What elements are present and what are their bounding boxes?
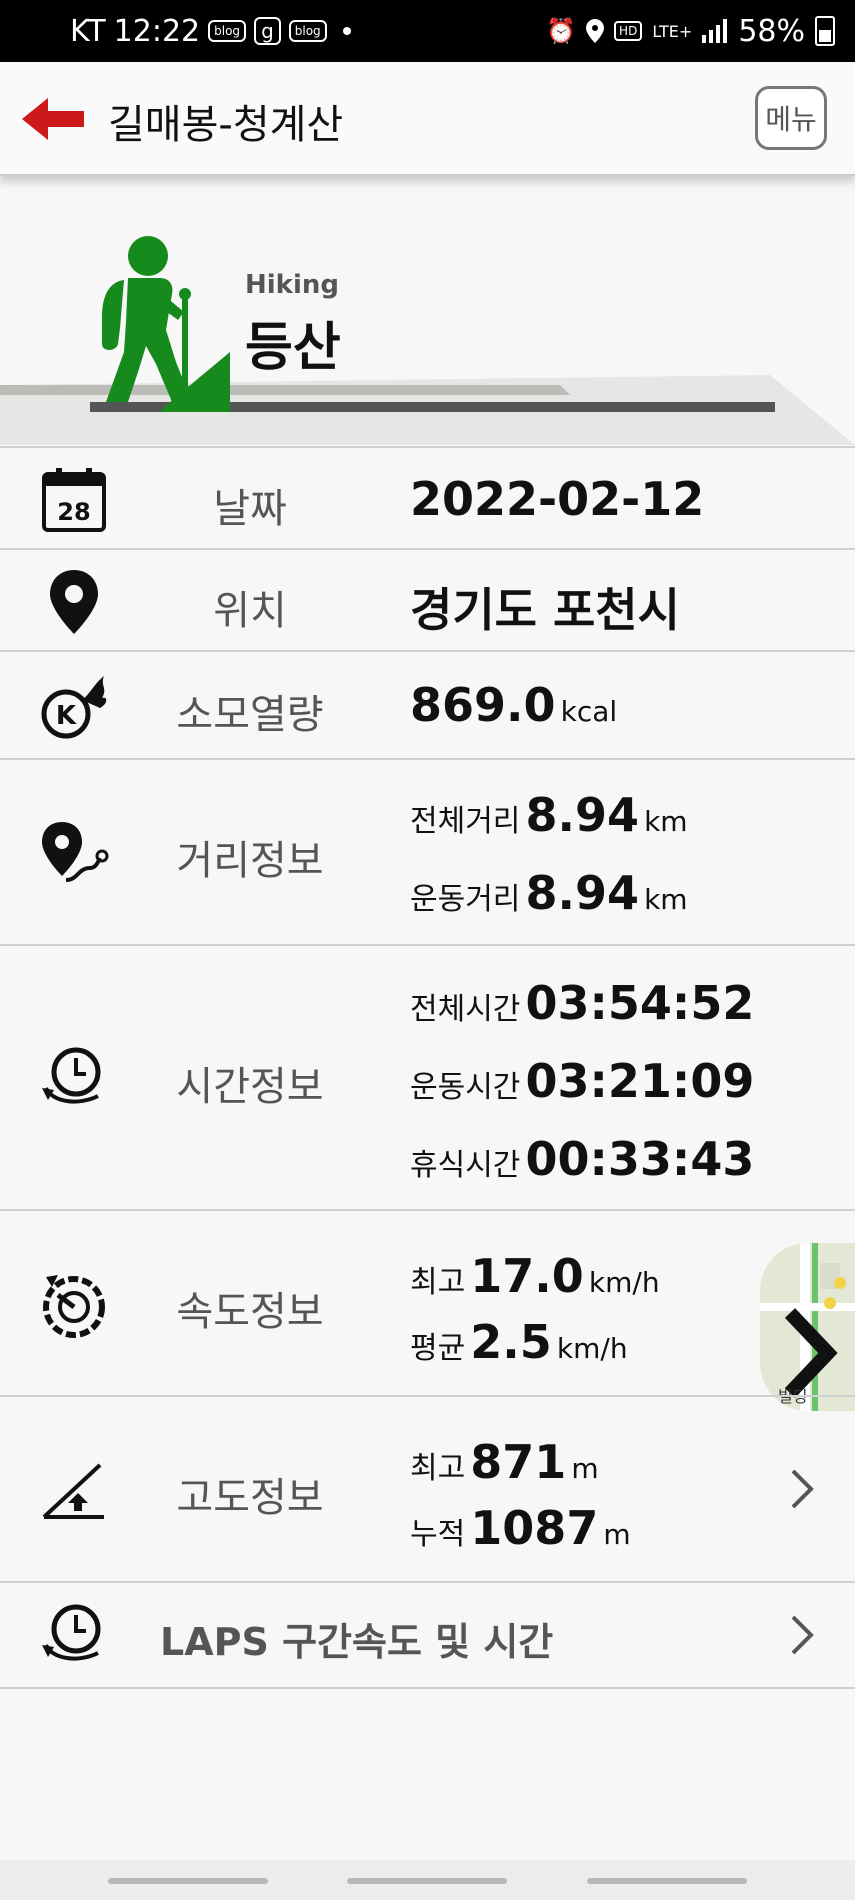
page-title: 길매봉-청계산: [108, 102, 344, 148]
time-icon: [42, 1047, 101, 1104]
moving-time-label: 운동시간: [410, 1070, 521, 1105]
total-time-value: 03:54:52: [525, 976, 755, 1030]
total-distance-label: 전체거리: [410, 804, 521, 839]
clock: 12:22: [113, 13, 201, 49]
menu-button[interactable]: 메뉴: [755, 86, 827, 150]
moving-distance-line: 운동거리 8.94 km: [410, 866, 688, 920]
nav-back[interactable]: [587, 1878, 747, 1884]
time-row: 시간정보 전체시간 03:54:52 운동시간 03:21:09 휴식시간 00…: [0, 944, 855, 1211]
avg-speed-value: 2.5: [470, 1315, 552, 1369]
calories-value: 869.0: [410, 678, 556, 732]
total-distance-unit: km: [644, 805, 688, 838]
battery-percent: 58%: [738, 13, 805, 49]
nav-home[interactable]: [347, 1878, 507, 1884]
laps-row[interactable]: LAPS 구간속도 및 시간: [0, 1581, 855, 1689]
app-bar: 길매봉-청계산 메뉴: [0, 62, 855, 176]
rest-time-value: 00:33:43: [525, 1132, 755, 1186]
hd-icon: HD: [614, 21, 643, 41]
more-notifications-dot: [342, 27, 351, 35]
location-value: 경기도 포천시: [410, 583, 680, 637]
time-label: 시간정보: [176, 1064, 324, 1110]
speed-row: 속도정보 최고 17.0 km/h 평균 2.5 km/h: [0, 1209, 855, 1397]
blog-notification-icon: blog: [208, 20, 247, 42]
calendar-icon-day: 28: [57, 498, 90, 526]
moving-distance-label: 운동거리: [410, 882, 521, 917]
speed-label: 속도정보: [176, 1289, 324, 1335]
map-preview-button[interactable]: 빌딩: [760, 1243, 855, 1411]
cumulative-altitude-label: 누적: [410, 1517, 466, 1552]
cumulative-altitude-unit: m: [603, 1518, 631, 1551]
chevron-right-icon[interactable]: [789, 1613, 815, 1657]
moving-time-line: 운동시간 03:21:09: [410, 1054, 754, 1108]
activity-subtitle: Hiking: [245, 270, 339, 300]
avg-speed-line: 평균 2.5 km/h: [410, 1315, 628, 1369]
g-notification-icon: g: [254, 17, 281, 45]
distance-label: 거리정보: [176, 838, 324, 884]
status-bar: KT 12:22 blog g blog ⏰ HD LTE+ 58%: [0, 0, 855, 62]
location-pin-icon: [50, 570, 98, 634]
back-arrow-icon[interactable]: [18, 94, 88, 144]
max-speed-value: 17.0: [470, 1249, 584, 1303]
signal-icon: [702, 19, 728, 43]
calories-label: 소모열량: [176, 692, 324, 738]
location-label: 위치: [213, 588, 287, 634]
laps-label: LAPS 구간속도 및 시간: [160, 1620, 554, 1664]
distance-row: 거리정보 전체거리 8.94 km 운동거리 8.94 km: [0, 758, 855, 946]
max-altitude-label: 최고: [410, 1451, 466, 1486]
max-altitude-value: 871: [470, 1435, 567, 1489]
max-speed-unit: km/h: [588, 1266, 660, 1299]
svg-text:K: K: [56, 701, 77, 731]
blog-notification-icon-2: blog: [288, 20, 327, 42]
laps-icon: [42, 1604, 101, 1661]
moving-distance-value: 8.94: [525, 866, 640, 920]
max-altitude-line: 최고 871 m: [410, 1435, 599, 1489]
max-altitude-unit: m: [571, 1452, 599, 1485]
avg-speed-label: 평균: [410, 1331, 466, 1366]
moving-time-value: 03:21:09: [525, 1054, 755, 1108]
avg-speed-unit: km/h: [556, 1332, 628, 1365]
altitude-label: 고도정보: [176, 1475, 324, 1521]
carrier: KT: [70, 13, 106, 49]
activity-hero: Hiking 등산: [0, 180, 855, 445]
max-speed-label: 최고: [410, 1265, 466, 1300]
calories-unit: kcal: [560, 695, 618, 728]
calories-value-group: 869.0 kcal: [410, 678, 617, 732]
date-label: 날짜: [213, 486, 287, 532]
nav-recent-apps[interactable]: [108, 1878, 268, 1884]
altitude-icon: [42, 1463, 104, 1519]
calorie-icon: K: [41, 676, 107, 739]
battery-icon: [815, 16, 835, 46]
activity-title: 등산: [245, 318, 341, 378]
total-time-line: 전체시간 03:54:52: [410, 976, 754, 1030]
total-distance-value: 8.94: [525, 788, 640, 842]
date-value: 2022-02-12: [410, 472, 705, 526]
location-icon: [586, 19, 605, 43]
moving-distance-unit: km: [644, 883, 688, 916]
speedometer-icon: [43, 1275, 105, 1338]
max-speed-line: 최고 17.0 km/h: [410, 1249, 660, 1303]
altitude-row[interactable]: 고도정보 최고 871 m 누적 1087 m: [0, 1395, 855, 1583]
cumulative-altitude-line: 누적 1087 m: [410, 1501, 631, 1555]
system-nav-bar: [0, 1860, 855, 1900]
rest-time-label: 휴식시간: [410, 1148, 521, 1183]
hiker-icon: [102, 236, 230, 412]
alarm-icon: ⏰: [546, 17, 577, 45]
map-thumbnail-icon: [760, 1243, 855, 1411]
calories-row: K 소모열량 869.0 kcal: [0, 650, 855, 760]
rest-time-line: 휴식시간 00:33:43: [410, 1132, 754, 1186]
total-time-label: 전체시간: [410, 992, 521, 1027]
chevron-right-icon[interactable]: [789, 1467, 815, 1511]
calendar-icon: 28: [42, 468, 106, 532]
location-row: 위치 경기도 포천시: [0, 548, 855, 652]
date-row: 28 날짜 2022-02-12: [0, 446, 855, 550]
network-type: LTE+: [652, 21, 693, 41]
total-distance-line: 전체거리 8.94 km: [410, 788, 688, 842]
distance-icon: [42, 822, 109, 882]
cumulative-altitude-value: 1087: [470, 1501, 599, 1555]
